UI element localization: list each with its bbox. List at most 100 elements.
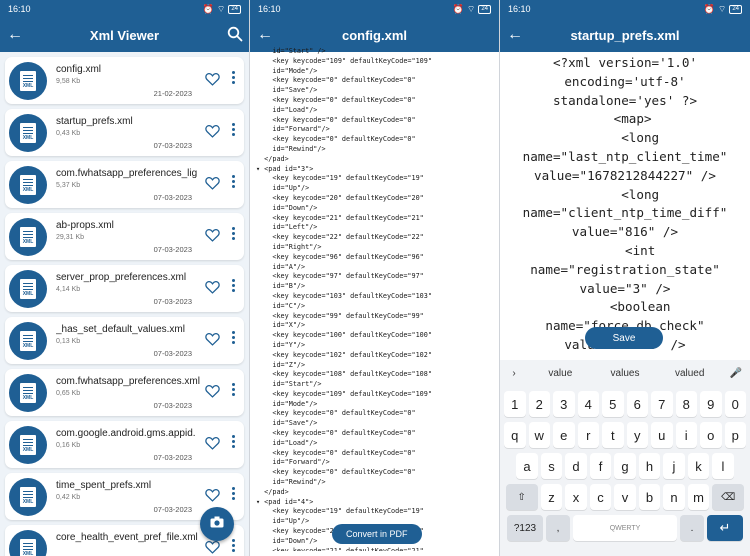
soft-keyboard: › value values valued 🎤 1234567890 qwert… (500, 360, 750, 556)
favorite-heart-icon[interactable] (205, 124, 220, 143)
more-vert-icon[interactable] (230, 539, 236, 552)
keyboard-key[interactable]: 1 (504, 391, 526, 417)
keyboard-key[interactable]: f (589, 453, 612, 479)
favorite-heart-icon[interactable] (205, 280, 220, 299)
shift-key-icon[interactable]: ⇧ (505, 484, 538, 510)
keyboard-key[interactable]: 9 (700, 391, 722, 417)
favorite-heart-icon[interactable] (205, 488, 220, 507)
keyboard-key[interactable]: j (663, 453, 685, 479)
keyboard-key[interactable]: p (724, 422, 746, 448)
keyboard-key[interactable]: 5 (602, 391, 624, 417)
more-vert-icon[interactable] (230, 227, 236, 240)
comma-key[interactable]: , (546, 515, 570, 541)
save-button[interactable]: Save (585, 327, 663, 349)
keyboard-key[interactable]: b (638, 484, 661, 510)
file-list-item[interactable]: XML com.google.android.gms.appid. 0,16 Kb 0… (5, 421, 244, 468)
code-line: <key keycode="0" defaultKeyCode="0" (256, 76, 416, 85)
more-vert-icon[interactable] (230, 331, 236, 344)
code-line: <key keycode="19" defaultKeyCode="19" (256, 174, 424, 183)
favorite-heart-icon[interactable] (205, 228, 220, 247)
favorite-heart-icon[interactable] (205, 332, 220, 351)
keyboard-key[interactable]: 3 (553, 391, 575, 417)
keyboard-key[interactable]: k (687, 453, 710, 479)
status-bar: 16:10 ⏰ ⌔ 24 (250, 0, 499, 18)
keyboard-key[interactable]: w (528, 422, 550, 448)
file-size: 0,43 Kb (56, 130, 81, 137)
file-size: 0,42 Kb (56, 494, 81, 501)
back-arrow-icon[interactable]: ← (250, 26, 280, 44)
file-list-item[interactable]: XML _has_set_default_values.xml 0,13 Kb 07-… (5, 317, 244, 364)
keyboard-key[interactable]: 2 (528, 391, 550, 417)
keyboard-key[interactable]: 7 (651, 391, 673, 417)
keyboard-key[interactable]: 6 (626, 391, 648, 417)
favorite-heart-icon[interactable] (205, 436, 220, 455)
period-key[interactable]: . (680, 515, 704, 541)
file-list-item[interactable]: XML com.fwhatsapp_preferences_lig 5,37 Kb 0… (5, 161, 244, 208)
favorite-heart-icon[interactable] (205, 72, 220, 91)
keyboard-key[interactable]: 8 (675, 391, 697, 417)
keyboard-key[interactable]: s (540, 453, 563, 479)
keyboard-key[interactable]: g (614, 453, 636, 479)
file-name: com.fwhatsapp_preferences_lig (56, 168, 198, 179)
chevron-right-icon[interactable]: › (500, 368, 528, 379)
keyboard-key[interactable]: u (651, 422, 673, 448)
file-name: _has_set_default_values.xml (56, 324, 185, 335)
more-vert-icon[interactable] (230, 487, 236, 500)
code-line: <key keycode="109" defaultKeyCode="109" (256, 389, 432, 398)
keyboard-key[interactable]: l (712, 453, 734, 479)
keyboard-key[interactable]: m (687, 484, 710, 510)
code-line: <key keycode="21" defaultKeyCode="21" (256, 546, 424, 551)
status-bar: 16:10 ⏰ ⌔ 24 (0, 0, 249, 18)
keyboard-key[interactable]: v (614, 484, 636, 510)
alarm-icon: ⏰ (703, 3, 715, 14)
more-vert-icon[interactable] (230, 175, 236, 188)
favorite-heart-icon[interactable] (205, 540, 220, 556)
keyboard-key[interactable]: o (700, 422, 722, 448)
keyboard-key[interactable]: d (565, 453, 587, 479)
favorite-heart-icon[interactable] (205, 176, 220, 195)
back-arrow-icon[interactable]: ← (0, 26, 30, 44)
keyboard-key[interactable]: c (589, 484, 612, 510)
keyboard-key[interactable]: t (602, 422, 624, 448)
file-list-item[interactable]: XML server_prop_preferences.xml 4,14 Kb 07-… (5, 265, 244, 312)
file-list-item[interactable]: XML ab-props.xml 29,31 Kb 07-03-2023 (5, 213, 244, 260)
keyboard-key[interactable]: x (565, 484, 587, 510)
enter-key-icon[interactable]: ↵ (707, 515, 743, 541)
more-vert-icon[interactable] (230, 279, 236, 292)
more-vert-icon[interactable] (230, 71, 236, 84)
keyboard-key[interactable]: n (663, 484, 685, 510)
microphone-icon[interactable]: 🎤 (722, 368, 750, 379)
keyboard-key[interactable]: r (577, 422, 599, 448)
favorite-heart-icon[interactable] (205, 384, 220, 403)
keyboard-key[interactable]: y (626, 422, 648, 448)
back-arrow-icon[interactable]: ← (500, 26, 530, 44)
file-list-item[interactable]: XML startup_prefs.xml 0,43 Kb 07-03-2023 (5, 109, 244, 156)
space-key[interactable]: QWERTY (573, 515, 677, 541)
convert-pdf-button[interactable]: Convert in PDF (332, 524, 422, 544)
xml-code-view[interactable]: id="Start" /> <key keycode="109" default… (250, 47, 499, 551)
symbols-key[interactable]: ?123 (507, 515, 543, 541)
camera-fab-button[interactable] (200, 507, 234, 541)
keyboard-key[interactable]: a (516, 453, 538, 479)
code-line: id="B"/> (256, 282, 306, 291)
keyboard-key[interactable]: 4 (577, 391, 599, 417)
suggestion-item[interactable]: valued (657, 368, 722, 379)
suggestion-item[interactable]: values (593, 368, 658, 379)
more-vert-icon[interactable] (230, 435, 236, 448)
keyboard-key[interactable]: 0 (724, 391, 746, 417)
keyboard-key[interactable]: i (675, 422, 697, 448)
suggestion-item[interactable]: value (528, 368, 593, 379)
search-icon[interactable] (227, 26, 243, 47)
keyboard-key[interactable]: e (553, 422, 575, 448)
xml-text-editor[interactable]: <?xml version='1.0' encoding='utf-8' stand… (500, 52, 750, 360)
keyboard-key[interactable]: z (540, 484, 563, 510)
more-vert-icon[interactable] (230, 383, 236, 396)
file-date: 21-02-2023 (153, 89, 192, 98)
keyboard-key[interactable]: q (504, 422, 526, 448)
backspace-key-icon[interactable]: ⌫ (712, 484, 745, 510)
more-vert-icon[interactable] (230, 123, 236, 136)
code-line: id="C"/> (256, 301, 306, 310)
keyboard-key[interactable]: h (638, 453, 661, 479)
file-list-item[interactable]: XML config.xml 9,58 Kb 21-02-2023 (5, 57, 244, 104)
file-list-item[interactable]: XML com.fwhatsapp_preferences.xml 0,65 Kb 0… (5, 369, 244, 416)
